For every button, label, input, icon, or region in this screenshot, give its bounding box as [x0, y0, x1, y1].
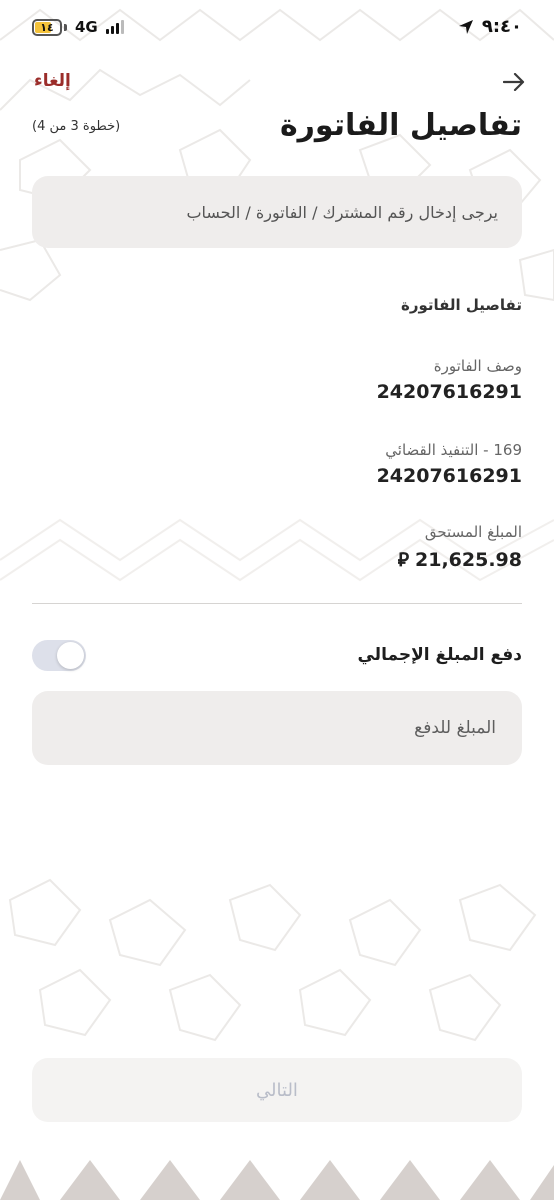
status-right: ٩:٤٠	[458, 16, 522, 37]
section-title: تفاصيل الفاتورة	[400, 296, 522, 314]
status-left: ١٤ 4G	[32, 18, 124, 36]
next-button-label: التالي	[256, 1079, 298, 1101]
divider	[32, 603, 522, 604]
bill-description-value: 24207616291	[376, 381, 522, 403]
cancel-button[interactable]: إلغاء	[34, 71, 71, 91]
status-bar: ١٤ 4G ٩:٤٠	[0, 0, 554, 62]
signal-icon	[105, 20, 124, 34]
riyal-icon: ⃁	[397, 549, 410, 571]
info-box: يرجى إدخال رقم المشترك / الفاتورة / الحس…	[32, 176, 522, 248]
amount-to-pay-input[interactable]: المبلغ للدفع	[32, 691, 522, 765]
bill-description-label: وصف الفاتورة	[433, 357, 522, 375]
pay-total-label: دفع المبلغ الإجمالي	[357, 645, 522, 665]
page-title: تفاصيل الفاتورة	[279, 108, 522, 143]
battery-cap	[64, 23, 67, 31]
next-button[interactable]: التالي	[32, 1058, 522, 1122]
amount-due-label: المبلغ المستحق	[424, 523, 522, 541]
location-arrow-icon	[458, 19, 473, 34]
battery-icon: ١٤	[32, 18, 62, 36]
info-text: يرجى إدخال رقم المشترك / الفاتورة / الحس…	[186, 202, 498, 222]
arrow-right-icon	[503, 73, 525, 91]
amount-due-value: 21,625.98	[415, 549, 522, 571]
network-type: 4G	[75, 18, 98, 36]
toggle-knob	[57, 642, 84, 669]
pay-total-toggle[interactable]	[32, 640, 86, 671]
battery-level: ١٤	[40, 20, 54, 34]
amount-due: ⃁ 21,625.98	[398, 548, 522, 572]
amount-to-pay-placeholder: المبلغ للدفع	[414, 718, 496, 738]
step-indicator: (خطوة 3 من 4)	[32, 119, 121, 134]
bill-type-value: 24207616291	[376, 465, 522, 487]
back-button[interactable]	[494, 62, 534, 102]
clock: ٩:٤٠	[481, 16, 522, 37]
bill-type-label: 169 - التنفيذ القضائي	[385, 441, 522, 459]
